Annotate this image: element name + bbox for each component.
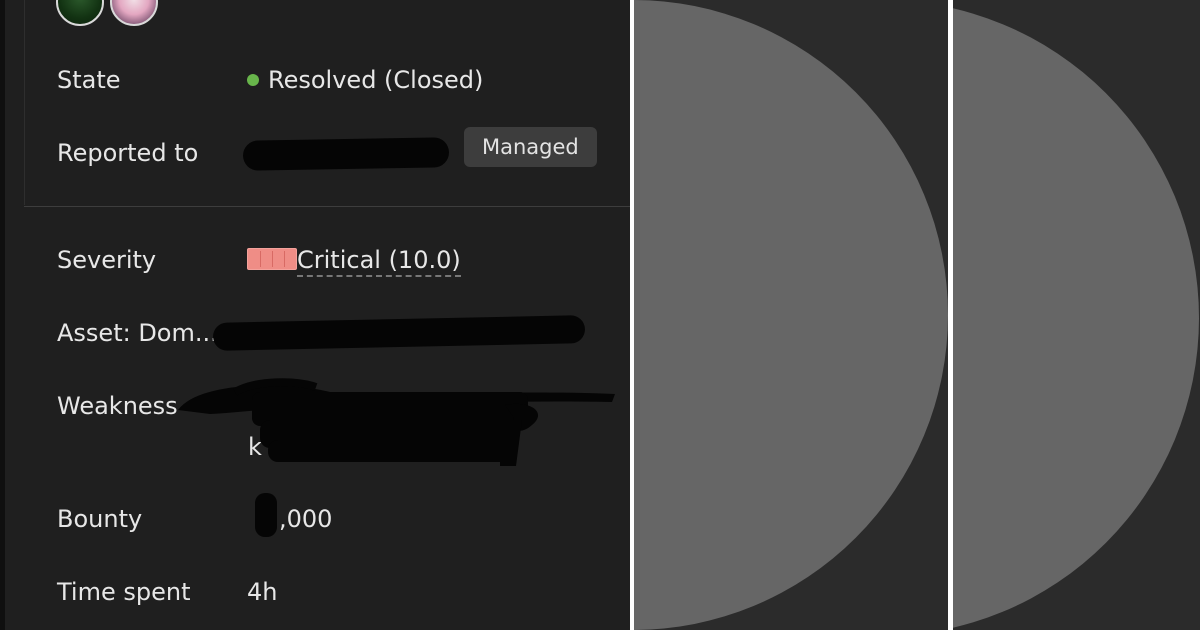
time-spent-row: Time spent 4h <box>57 572 630 612</box>
time-spent-label: Time spent <box>57 578 191 606</box>
pane-disc-shape <box>634 0 948 630</box>
collapsed-pane-left <box>634 0 948 630</box>
bounty-value: ,000 <box>279 505 333 533</box>
report-details-panel: State Resolved (Closed) Reported to Mana… <box>0 0 630 630</box>
bounty-row: Bounty ,000 <box>57 493 630 539</box>
time-spent-value: 4h <box>247 578 278 606</box>
redaction-mark <box>255 493 277 537</box>
bounty-label: Bounty <box>57 505 143 533</box>
pane-disc-shape <box>953 0 1199 630</box>
collapsed-pane-right <box>953 0 1200 630</box>
